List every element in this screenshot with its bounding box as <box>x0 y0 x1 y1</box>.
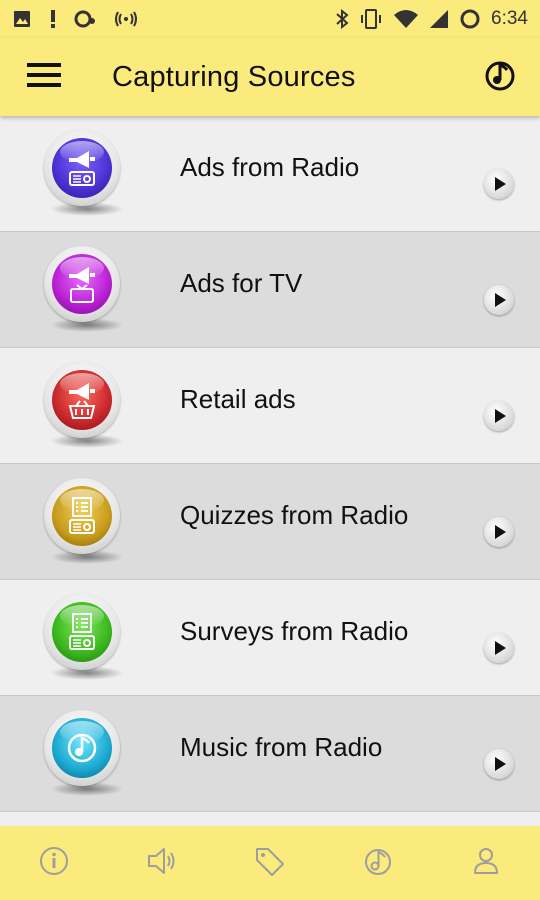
list-item[interactable]: Ads for TV <box>0 232 540 348</box>
list-item[interactable]: Retail ads <box>0 348 540 464</box>
cast-icon <box>114 8 138 30</box>
sources-list: Ads from Radio Ads for TV Retail ads Qui… <box>0 116 540 826</box>
signal-icon <box>429 8 449 30</box>
info-icon <box>39 846 69 881</box>
list-item-label: Ads for TV <box>180 268 303 298</box>
megaphone-radio-icon <box>52 137 112 198</box>
list-item[interactable]: Quizzes from Radio <box>0 464 540 580</box>
hamburger-icon <box>27 62 61 93</box>
image-icon <box>12 8 32 30</box>
vibrate-icon <box>359 8 383 30</box>
megaphone-tv-icon <box>52 253 112 314</box>
nav-tags[interactable] <box>240 833 300 893</box>
list-item-label: Quizzes from Radio <box>180 500 409 530</box>
megaphone-basket-icon <box>52 369 112 430</box>
nav-speaker[interactable] <box>132 833 192 893</box>
music-button[interactable] <box>460 38 540 116</box>
play-icon[interactable] <box>484 400 514 431</box>
list-item-label: Retail ads <box>180 384 296 414</box>
list-item-label: Surveys from Radio <box>180 616 409 646</box>
list-item-label: Music from Radio <box>180 732 383 762</box>
checklist-radio-icon <box>52 485 112 546</box>
list-item[interactable]: Surveys from Radio <box>0 580 540 696</box>
status-time: 6:34 <box>491 8 528 29</box>
play-icon[interactable] <box>484 516 514 547</box>
list-item[interactable]: Music from Radio <box>0 696 540 812</box>
list-item-label: Ads from Radio <box>180 152 360 182</box>
music-note-icon <box>363 846 393 881</box>
checklist-radio-icon <box>52 601 112 662</box>
alert-icon <box>48 8 58 30</box>
play-icon[interactable] <box>484 632 514 663</box>
status-bar: 6:34 <box>0 0 540 38</box>
nav-profile[interactable] <box>456 833 516 893</box>
page-title: Capturing Sources <box>112 60 356 93</box>
nav-info[interactable] <box>24 833 84 893</box>
tag-icon <box>254 846 286 881</box>
speaker-icon <box>146 846 178 881</box>
music-note-icon <box>52 717 112 778</box>
bluetooth-icon <box>335 8 349 30</box>
list-item[interactable] <box>0 812 540 826</box>
person-icon <box>471 846 501 881</box>
music-note-icon <box>483 58 517 97</box>
play-icon[interactable] <box>484 284 514 315</box>
wifi-icon <box>393 8 419 30</box>
play-icon[interactable] <box>484 168 514 199</box>
app-bar: Capturing Sources <box>0 38 540 116</box>
menu-button[interactable] <box>0 38 88 116</box>
battery-ring-icon <box>459 8 481 30</box>
play-icon[interactable] <box>484 748 514 779</box>
bottom-nav <box>0 826 540 900</box>
nav-music[interactable] <box>348 833 408 893</box>
voicemail-icon <box>74 8 98 30</box>
list-item[interactable]: Ads from Radio <box>0 116 540 232</box>
